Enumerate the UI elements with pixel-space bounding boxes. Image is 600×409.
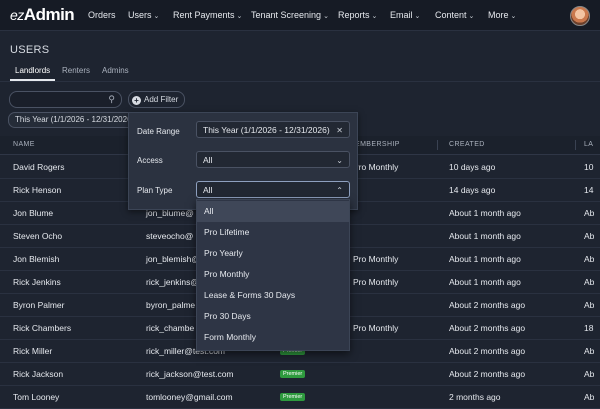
cell-created: 2 months ago — [449, 392, 501, 402]
plan-option[interactable]: Lease & Forms 30 Days — [197, 285, 349, 306]
chevron-down-icon: ⌄ — [153, 13, 160, 20]
cell-email: byron_palme — [146, 300, 196, 310]
cell-created: About 1 month ago — [449, 277, 521, 287]
search-icon: ⚲ — [108, 94, 115, 104]
cell-created: About 1 month ago — [449, 254, 521, 264]
plus-icon: + — [132, 96, 141, 105]
nav-item-email[interactable]: Email ⌄ — [390, 10, 420, 20]
cell-name: Tom Looney — [13, 392, 60, 402]
cell-last: Ab — [584, 254, 595, 264]
cell-last: Ab — [584, 231, 595, 241]
table-row[interactable]: Tom Looney tomlooney@gmail.com 2 months ag… — [0, 385, 600, 409]
page-title: USERS — [10, 44, 50, 56]
cell-name: Rick Chambers — [13, 323, 72, 333]
plan-option[interactable]: All — [197, 201, 349, 222]
cell-last: 18 — [584, 323, 594, 333]
active-filter-chip[interactable]: This Year (1/1/2026 - 12/31/2026) — [8, 112, 142, 128]
cell-last: 14 — [584, 185, 594, 195]
nav-item-content[interactable]: Content ⌄ — [435, 10, 474, 20]
nav-item-reports[interactable]: Reports ⌄ — [338, 10, 377, 20]
cell-created: About 2 months ago — [449, 369, 526, 379]
tabs-divider — [0, 81, 600, 82]
nav-item-more[interactable]: More ⌄ — [488, 10, 516, 20]
cell-name: David Rogers — [13, 162, 65, 172]
plan-option[interactable]: Pro Yearly — [197, 243, 349, 264]
cell-last: Ab — [584, 300, 595, 310]
cell-name: Rick Jenkins — [13, 277, 61, 287]
plan-type-dropdown: All Pro Lifetime Pro Yearly Pro Monthly Leas… — [196, 199, 350, 351]
cell-last: Ab — [584, 346, 595, 356]
column-separator — [437, 140, 438, 150]
cell-email: tomlooney@gmail.com — [146, 392, 233, 402]
chevron-down-icon: ⌄ — [323, 13, 329, 20]
cell-created: About 1 month ago — [449, 231, 521, 241]
tab-renters[interactable]: Renters — [62, 66, 90, 75]
plan-option[interactable]: Form Monthly — [197, 327, 349, 348]
top-nav: ezAdmin Orders Users ⌄ Rent Payments ⌄ Tenant… — [0, 0, 600, 31]
cell-created: 14 days ago — [449, 185, 496, 195]
cell-last: 10 — [584, 162, 594, 172]
clear-icon[interactable]: ✕ — [336, 122, 343, 137]
nav-item-orders[interactable]: Orders — [88, 10, 116, 20]
cell-last: Ab — [584, 277, 595, 287]
nav-item-users[interactable]: Users ⌄ — [128, 10, 159, 20]
access-label: Access — [137, 156, 163, 165]
cell-email: jon_blemish@ — [146, 254, 200, 264]
chevron-down-icon: ⌄ — [236, 13, 243, 20]
chevron-down-icon: ⌄ — [510, 13, 517, 20]
table-row[interactable]: Rick Jackson rick_jackson@test.com About 2… — [0, 362, 600, 386]
cell-created: 10 days ago — [449, 162, 496, 172]
cell-created: About 1 month ago — [449, 208, 521, 218]
plan-option[interactable]: Pro Lifetime — [197, 222, 349, 243]
date-range-field[interactable]: This Year (1/1/2026 - 12/31/2026) ✕ — [196, 121, 350, 138]
cell-last: Ab — [584, 369, 595, 379]
cell-created: About 2 months ago — [449, 346, 526, 356]
tab-admins[interactable]: Admins — [102, 66, 129, 75]
column-separator — [575, 140, 576, 150]
status-badge: Premier — [280, 370, 306, 378]
cell-last: Ab — [584, 392, 595, 402]
chevron-down-icon: ⌄ — [371, 13, 378, 20]
cell-email: rick_chambe — [146, 323, 195, 333]
plan-option[interactable]: Pro Monthly — [197, 264, 349, 285]
access-select[interactable]: All ⌄ — [196, 151, 350, 168]
user-avatar[interactable] — [570, 6, 590, 26]
plan-type-label: Plan Type — [137, 186, 173, 195]
cell-name: Jon Blemish — [13, 254, 60, 264]
plan-option[interactable]: Pro 30 Days — [197, 306, 349, 327]
cell-name: Rick Jackson — [13, 369, 64, 379]
chevron-down-icon: ⌄ — [336, 156, 343, 165]
nav-item-rent-payments[interactable]: Rent Payments ⌄ — [173, 10, 242, 20]
cell-name: Rick Henson — [13, 185, 62, 195]
column-header-created[interactable]: CREATED — [449, 141, 485, 148]
cell-membership: Pro Monthly — [353, 277, 399, 287]
cell-name: Rick Miller — [13, 346, 53, 356]
date-range-label: Date Range — [137, 127, 180, 136]
cell-membership: Pro Monthly — [353, 254, 399, 264]
chevron-down-icon: ⌄ — [414, 13, 421, 20]
chevron-down-icon: ⌄ — [468, 13, 475, 20]
cell-created: About 2 months ago — [449, 300, 526, 310]
filter-popup: Date Range This Year (1/1/2026 - 12/31/2… — [128, 112, 358, 210]
search-input[interactable]: ⚲ — [9, 91, 122, 108]
cell-email: rick_jackson@test.com — [146, 369, 234, 379]
plan-type-select[interactable]: All ⌃ — [196, 181, 350, 198]
cell-membership: Pro Monthly — [353, 323, 399, 333]
cell-last: Ab — [584, 208, 595, 218]
app-logo[interactable]: ezAdmin — [10, 5, 75, 25]
cell-name: Steven Ocho — [13, 231, 63, 241]
cell-email: steveocho@ — [146, 231, 194, 241]
cell-membership: Pro Monthly — [353, 162, 399, 172]
cell-name: Jon Blume — [13, 208, 54, 218]
cell-name: Byron Palmer — [13, 300, 65, 310]
add-filter-button[interactable]: + Add Filter — [128, 91, 186, 108]
nav-item-tenant-screening[interactable]: Tenant Screening ⌄ — [251, 10, 329, 20]
tab-landlords[interactable]: Landlords — [15, 66, 50, 75]
column-header-name[interactable]: NAME — [13, 141, 35, 148]
cell-created: About 2 months ago — [449, 323, 526, 333]
column-header-last[interactable]: LA — [584, 141, 593, 148]
cell-email: rick_jenkins@ — [146, 277, 200, 287]
chevron-up-icon: ⌃ — [336, 186, 343, 195]
column-header-membership[interactable]: EMBERSHIP — [355, 141, 400, 148]
